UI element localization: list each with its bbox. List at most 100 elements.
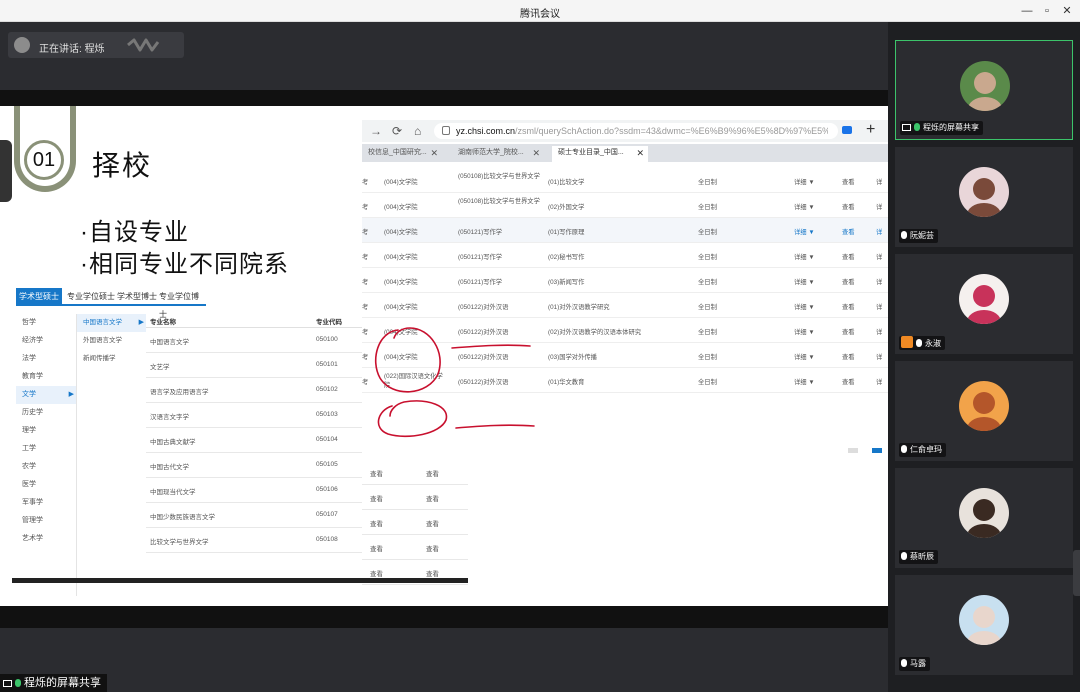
subject-item[interactable]: 艺术学 [16, 530, 76, 548]
department: (004)文学院 [384, 279, 418, 286]
view-link[interactable]: 查看 [842, 352, 855, 361]
details-link[interactable]: 详 [876, 377, 882, 386]
subject-item[interactable]: 教育学 [16, 368, 76, 386]
subject-item[interactable]: 文学 ▶ [16, 386, 76, 404]
view-link[interactable]: 查看 [370, 518, 383, 528]
subject-item[interactable]: 医学 [16, 476, 76, 494]
subcategory-item[interactable]: 中国语言文学 ▶ [77, 314, 146, 332]
view-link[interactable]: 查看 [842, 177, 855, 186]
table-row[interactable]: 文艺学 050101 [146, 353, 362, 378]
participant-tile[interactable]: 阮妮芸 [895, 147, 1073, 247]
details-dropdown[interactable]: 详细 ▼ [794, 352, 815, 361]
subject-item[interactable]: 理学 [16, 422, 76, 440]
details-dropdown[interactable]: 详细 ▼ [794, 202, 815, 211]
pagination[interactable] [848, 448, 888, 454]
close-icon[interactable]: ✕ [430, 146, 438, 160]
details-link[interactable]: 详 [876, 277, 882, 286]
details-dropdown[interactable]: 详细 ▼ [794, 327, 815, 336]
tab-academic-master[interactable]: 学术型硕士 [16, 288, 62, 306]
avatar-body [968, 97, 1002, 111]
view-link[interactable]: 查看 [842, 377, 855, 386]
tab-professional-master[interactable]: 专业学位硕士 [64, 288, 118, 306]
details-dropdown[interactable]: 详细 ▼ [794, 227, 815, 236]
subject-label: 医学 [22, 481, 36, 488]
table-row[interactable]: 比较文学与世界文学 050108 [146, 528, 362, 553]
view-link[interactable]: 查看 [370, 468, 383, 478]
view-link[interactable]: 查看 [426, 493, 439, 503]
view-link[interactable]: 查看 [842, 202, 855, 211]
view-link[interactable]: 查看 [842, 277, 855, 286]
tab-academic-doctor[interactable]: 学术型博士 [114, 288, 160, 306]
department: (004)文学院 [384, 304, 418, 311]
speaking-label: 正在讲话: [39, 44, 82, 55]
subject-item[interactable]: 哲学 [16, 314, 76, 332]
participant-tile[interactable]: 程烁的屏幕共享 [895, 40, 1073, 140]
study-mode: 全日制 [698, 304, 717, 311]
table-row[interactable]: 中国语言文学 050100 [146, 328, 362, 353]
view-link[interactable]: 查看 [842, 252, 855, 261]
major: (050121)写作学 [458, 229, 503, 236]
subject-item[interactable]: 经济学 [16, 332, 76, 350]
table-row: 考 (004)文学院 (050122)对外汉语 (01)对外汉语教学研究 全日制 详细 ▼… [362, 293, 888, 318]
horizontal-scrollbar[interactable] [12, 578, 468, 583]
extension-icon[interactable] [842, 126, 852, 134]
view-link[interactable]: 查看 [426, 468, 439, 478]
details-link[interactable]: 详 [876, 177, 882, 186]
browser-tab[interactable]: 湖南师范大学_院校... ✕ [452, 146, 544, 162]
details-dropdown[interactable]: 详细 ▼ [794, 302, 815, 311]
view-link[interactable]: 查看 [370, 568, 383, 578]
details-link[interactable]: 详 [876, 252, 882, 261]
table-row[interactable]: 中国古代文学 050105 [146, 453, 362, 478]
subject-item[interactable]: 管理学 [16, 512, 76, 530]
back-arrow-icon[interactable]: → [370, 124, 382, 138]
details-link[interactable]: 详 [876, 202, 882, 211]
details-link[interactable]: 详 [876, 352, 882, 361]
research-direction: (01)对外汉语教学研究 [548, 304, 610, 311]
table-row[interactable]: 中国古典文献学 050104 [146, 428, 362, 453]
participant-tile[interactable]: 永淑 [895, 254, 1073, 354]
view-link[interactable]: 查看 [842, 227, 855, 236]
participant-tile[interactable]: 仁俞卓玛 [895, 361, 1073, 461]
browser-tab[interactable]: 校信息_中国研究... ✕ [362, 146, 442, 162]
table-row[interactable]: 汉语言文字学 050103 [146, 403, 362, 428]
study-mode: 全日制 [698, 279, 717, 286]
subject-item[interactable]: 工学 [16, 440, 76, 458]
url-field[interactable]: yz.chsi.com.cn/zsml/querySchAction.do?ss… [434, 123, 838, 139]
close-icon[interactable]: ✕ [636, 146, 644, 160]
details-dropdown[interactable]: 详细 ▼ [794, 252, 815, 261]
details-link[interactable]: 详 [876, 302, 882, 311]
details-dropdown[interactable]: 详细 ▼ [794, 377, 815, 386]
table-row[interactable]: 中国现当代文学 050106 [146, 478, 362, 503]
view-link[interactable]: 查看 [426, 518, 439, 528]
reload-icon[interactable]: ⟳ [392, 124, 402, 138]
participant-tile[interactable]: 马露 [895, 575, 1073, 675]
maximize-button[interactable]: ▫ [1040, 4, 1054, 18]
close-icon[interactable]: ✕ [532, 146, 540, 160]
browser-tab-active[interactable]: 硕士专业目录_中国... ✕ [552, 146, 648, 162]
home-icon[interactable]: ⌂ [414, 124, 421, 138]
details-link[interactable]: 详 [876, 327, 882, 336]
view-link[interactable]: 查看 [370, 493, 383, 503]
close-button[interactable]: ✕ [1060, 4, 1074, 18]
table-row[interactable]: 语言学及应用语言学 050102 [146, 378, 362, 403]
details-dropdown[interactable]: 详细 ▼ [794, 177, 815, 186]
view-link[interactable]: 查看 [842, 302, 855, 311]
subject-item[interactable]: 法学 [16, 350, 76, 368]
subcategory-item[interactable]: 外国语言文学 [77, 332, 146, 350]
details-dropdown[interactable]: 详细 ▼ [794, 277, 815, 286]
panel-handle[interactable] [1073, 550, 1080, 596]
subject-item[interactable]: 军事学 [16, 494, 76, 512]
tab-professional-doctor[interactable]: 专业学位博士 [156, 288, 206, 319]
participant-tile[interactable]: 蔡昕辰 [895, 468, 1073, 568]
view-link[interactable]: 查看 [370, 543, 383, 553]
view-link[interactable]: 查看 [426, 543, 439, 553]
subject-item[interactable]: 农学 [16, 458, 76, 476]
view-link[interactable]: 查看 [426, 568, 439, 578]
view-link[interactable]: 查看 [842, 327, 855, 336]
details-link[interactable]: 详 [876, 227, 882, 236]
new-tab-icon[interactable]: + [866, 121, 875, 139]
table-row[interactable]: 中国少数民族语言文学 050107 [146, 503, 362, 528]
minimize-button[interactable]: — [1020, 4, 1034, 18]
subcategory-item[interactable]: 新闻传播学 [77, 350, 146, 368]
subject-item[interactable]: 历史学 [16, 404, 76, 422]
